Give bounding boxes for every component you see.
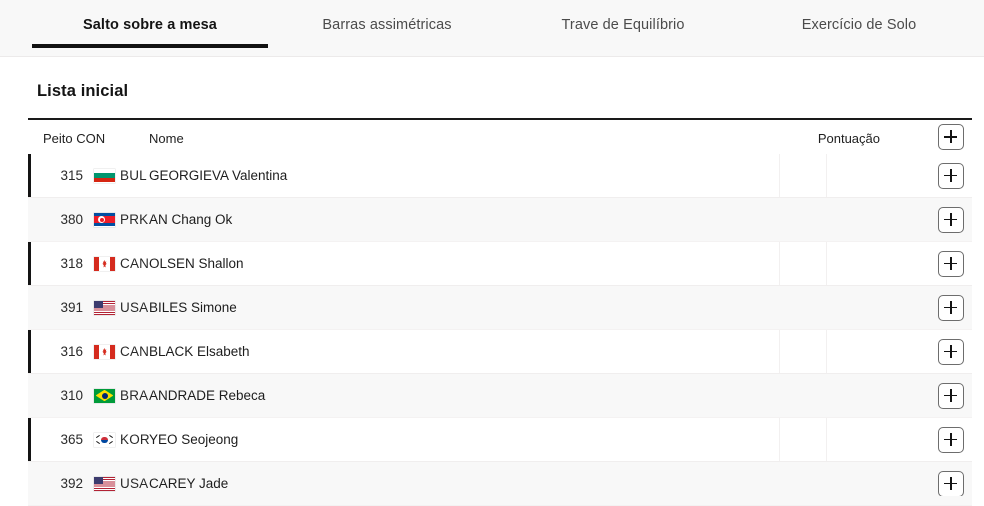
table-row[interactable]: 316 CAN BLACK Elsabeth xyxy=(28,330,972,374)
column-divider xyxy=(826,242,827,285)
table-row[interactable]: 310 BRA ANDRADE Rebeca xyxy=(28,374,972,418)
flag-icon-can xyxy=(94,344,115,359)
noc-code: USA xyxy=(120,300,149,315)
cell-bib: 310 xyxy=(60,388,83,403)
column-divider xyxy=(779,154,780,197)
cell-athlete-name: BILES Simone xyxy=(149,300,237,315)
table-body: 315 BUL GEORGIEVA Valentina 380 PRK AN Chang … xyxy=(28,154,972,506)
add-column-button[interactable] xyxy=(938,124,964,150)
add-score-button[interactable] xyxy=(938,162,964,189)
cell-bib: 380 xyxy=(60,212,83,227)
table-row[interactable]: 315 BUL GEORGIEVA Valentina xyxy=(28,154,972,198)
column-divider xyxy=(779,418,780,461)
plus-icon xyxy=(950,212,952,226)
cell-noc: CAN xyxy=(94,242,149,285)
noc-code: KOR xyxy=(120,432,150,447)
cell-athlete-name: YEO Seojeong xyxy=(149,432,239,447)
column-header-name: Nome xyxy=(149,131,184,146)
column-divider xyxy=(779,330,780,373)
column-divider xyxy=(779,198,780,241)
add-score-button[interactable] xyxy=(938,382,964,409)
plus-icon xyxy=(950,344,952,358)
page-title: Lista inicial xyxy=(37,82,129,100)
add-score-button[interactable] xyxy=(938,426,964,453)
add-score-button[interactable] xyxy=(938,470,964,497)
table-row[interactable]: 318 CAN OLSEN Shallon xyxy=(28,242,972,286)
noc-code: CAN xyxy=(120,256,150,271)
noc-code: BUL xyxy=(120,168,147,183)
cell-noc: BUL xyxy=(94,154,147,197)
table-footer-strip xyxy=(28,496,972,505)
column-header-score: Pontuação xyxy=(817,131,880,146)
flag-icon-usa xyxy=(94,300,115,315)
plus-icon xyxy=(950,130,952,144)
cell-athlete-name: BLACK Elsabeth xyxy=(149,344,250,359)
add-score-button[interactable] xyxy=(938,294,964,321)
plus-icon xyxy=(950,432,952,446)
cell-athlete-name: OLSEN Shallon xyxy=(149,256,244,271)
cell-athlete-name: AN Chang Ok xyxy=(149,212,233,227)
noc-code: BRA xyxy=(120,388,149,403)
table-row[interactable]: 380 PRK AN Chang Ok xyxy=(28,198,972,242)
noc-code: CAN xyxy=(120,344,150,359)
table-row[interactable]: 365 KOR YEO Seojeong xyxy=(28,418,972,462)
tab-3[interactable]: Exercício de Solo xyxy=(659,17,984,33)
cell-noc: PRK xyxy=(94,198,148,241)
table-header-row: Peito CON Nome Pontuação xyxy=(28,118,972,154)
noc-code: PRK xyxy=(120,212,149,227)
start-list-table: Peito CON Nome Pontuação 315 BUL GEORGIEVA… xyxy=(28,118,972,506)
column-divider xyxy=(826,374,827,417)
column-divider xyxy=(826,286,827,329)
cell-bib: 316 xyxy=(60,344,83,359)
column-divider xyxy=(826,154,827,197)
column-divider xyxy=(779,374,780,417)
cell-noc: KOR xyxy=(94,418,150,461)
cell-noc: BRA xyxy=(94,374,148,417)
flag-icon-usa xyxy=(94,476,115,491)
flag-icon-can xyxy=(94,256,115,271)
cell-bib: 365 xyxy=(60,432,83,447)
flag-icon-bul xyxy=(94,168,115,183)
add-score-button[interactable] xyxy=(938,206,964,233)
flag-icon-bra xyxy=(94,388,115,403)
add-score-button[interactable] xyxy=(938,338,964,365)
flag-icon-prk xyxy=(94,212,115,227)
discipline-tabbar: Salto sobre a mesa Barras assimétricas Tra… xyxy=(0,0,984,57)
plus-icon xyxy=(950,256,952,270)
add-score-button[interactable] xyxy=(938,250,964,277)
column-divider xyxy=(779,286,780,329)
column-divider xyxy=(826,198,827,241)
column-divider xyxy=(826,330,827,373)
table-row[interactable]: 391 USA BILES Simone xyxy=(28,286,972,330)
column-divider xyxy=(826,418,827,461)
cell-athlete-name: GEORGIEVA Valentina xyxy=(149,168,288,183)
noc-code: USA xyxy=(120,476,149,491)
cell-bib: 391 xyxy=(60,300,83,315)
column-header-bib: Peito CON xyxy=(43,131,106,146)
cell-noc: CAN xyxy=(94,330,149,373)
plus-icon xyxy=(950,168,952,182)
cell-athlete-name: ANDRADE Rebeca xyxy=(149,388,266,403)
plus-icon xyxy=(950,388,952,402)
plus-icon xyxy=(950,300,952,314)
cell-bib: 318 xyxy=(60,256,83,271)
flag-icon-kor xyxy=(94,432,115,447)
cell-noc: USA xyxy=(94,286,148,329)
plus-icon xyxy=(950,476,952,490)
active-tab-underline xyxy=(32,44,268,48)
column-divider xyxy=(779,242,780,285)
cell-bib: 315 xyxy=(60,168,83,183)
